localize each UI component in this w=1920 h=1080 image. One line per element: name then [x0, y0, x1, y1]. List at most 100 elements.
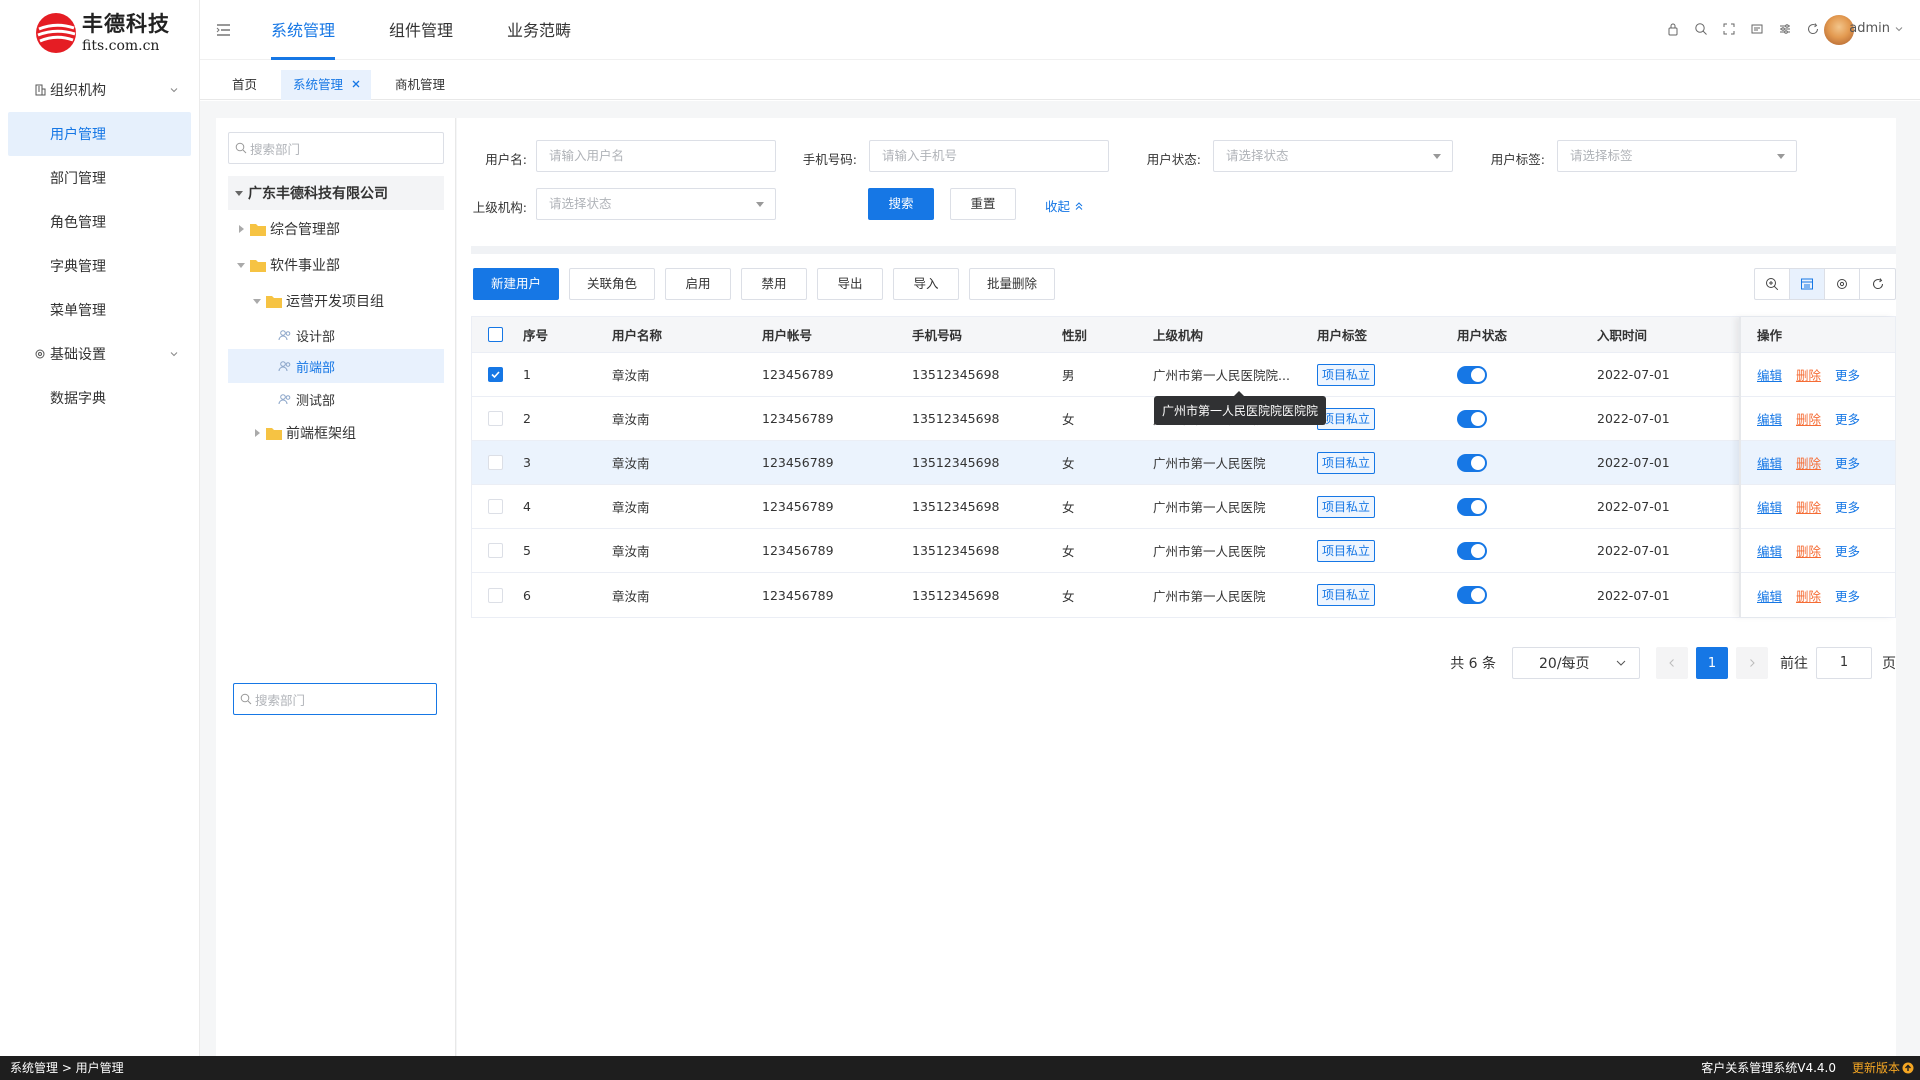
- brand-logo[interactable]: 丰德科技 fits.com.cn: [34, 12, 170, 54]
- search-icon[interactable]: [1694, 22, 1708, 36]
- new-user-button[interactable]: 新建用户: [473, 268, 559, 300]
- column-header-org[interactable]: 上级机构: [1153, 317, 1203, 352]
- close-icon[interactable]: [351, 79, 361, 89]
- column-header-no[interactable]: 序号: [523, 317, 548, 352]
- row-checkbox[interactable]: [488, 411, 503, 426]
- tab-opportunity[interactable]: 商机管理: [383, 70, 457, 100]
- column-header-tag[interactable]: 用户标签: [1317, 317, 1367, 352]
- tree-node[interactable]: 设计部: [278, 318, 335, 352]
- delete-link[interactable]: 删除: [1796, 497, 1821, 516]
- tree-node-selected[interactable]: 前端部: [228, 349, 444, 383]
- delete-link[interactable]: 删除: [1796, 541, 1821, 560]
- delete-link[interactable]: 删除: [1796, 453, 1821, 472]
- edit-link[interactable]: 编辑: [1757, 365, 1782, 384]
- more-link[interactable]: 更多: [1835, 541, 1860, 560]
- menu-group-org[interactable]: 组织机构: [0, 68, 199, 112]
- menu-group-basic-settings[interactable]: 基础设置: [0, 332, 199, 376]
- status-toggle[interactable]: [1457, 453, 1487, 472]
- org-select[interactable]: 请选择状态: [536, 188, 776, 220]
- link-role-button[interactable]: 关联角色: [569, 268, 655, 300]
- jump-page-input[interactable]: 1: [1816, 647, 1872, 679]
- row-checkbox[interactable]: [488, 455, 503, 470]
- more-link[interactable]: 更多: [1835, 453, 1860, 472]
- row-checkbox[interactable]: [488, 587, 503, 603]
- export-button[interactable]: 导出: [817, 268, 883, 300]
- prev-page-button[interactable]: [1656, 647, 1688, 679]
- search-button[interactable]: 搜索: [868, 188, 934, 220]
- department-search-input[interactable]: 搜索部门: [228, 132, 444, 164]
- enable-button[interactable]: 启用: [665, 268, 731, 300]
- density-button[interactable]: [1790, 269, 1825, 299]
- delete-link[interactable]: 删除: [1796, 365, 1821, 384]
- disable-button[interactable]: 禁用: [741, 268, 807, 300]
- import-button[interactable]: 导入: [893, 268, 959, 300]
- zoom-button[interactable]: [1755, 269, 1790, 299]
- status-toggle[interactable]: [1457, 365, 1487, 384]
- sidebar-item-data-dictionary[interactable]: 数据字典: [0, 376, 199, 420]
- status-toggle[interactable]: [1457, 541, 1487, 560]
- row-checkbox[interactable]: [488, 367, 503, 382]
- column-settings-button[interactable]: [1825, 269, 1860, 299]
- status-toggle[interactable]: [1457, 586, 1487, 604]
- edit-link[interactable]: 编辑: [1757, 497, 1782, 516]
- sidebar-item-dictionary[interactable]: 字典管理: [0, 244, 199, 288]
- page-number-current[interactable]: 1: [1696, 647, 1728, 679]
- more-link[interactable]: 更多: [1835, 497, 1860, 516]
- table-row[interactable]: 1 章汝南 123456789 13512345698 男 广州市第一人民医院院... 项目…: [472, 353, 1895, 397]
- status-toggle[interactable]: [1457, 409, 1487, 428]
- table-row[interactable]: 3 章汝南 123456789 13512345698 女 广州市第一人民医院 项目私立 20…: [472, 441, 1895, 485]
- user-menu[interactable]: admin: [1849, 21, 1904, 36]
- more-link[interactable]: 更多: [1835, 365, 1860, 384]
- tree-node[interactable]: 运营开发项目组: [252, 284, 384, 318]
- message-icon[interactable]: [1750, 22, 1764, 36]
- tree-node[interactable]: 测试部: [278, 382, 335, 416]
- refresh-icon[interactable]: [1806, 22, 1820, 36]
- column-header-status[interactable]: 用户状态: [1457, 317, 1507, 352]
- topnav-components[interactable]: 组件管理: [372, 0, 470, 60]
- tree-node-root[interactable]: 广东丰德科技有限公司: [228, 176, 444, 210]
- sidebar-item-role[interactable]: 角色管理: [0, 200, 199, 244]
- column-header-name[interactable]: 用户名称: [612, 317, 662, 352]
- settings-sliders-icon[interactable]: [1778, 22, 1792, 36]
- column-header-date[interactable]: 入职时间: [1597, 317, 1647, 352]
- update-version-link[interactable]: 更新版本: [1852, 1056, 1914, 1080]
- edit-link[interactable]: 编辑: [1757, 541, 1782, 560]
- sidebar-item-menu[interactable]: 菜单管理: [0, 288, 199, 332]
- delete-link[interactable]: 删除: [1796, 586, 1821, 605]
- tab-home[interactable]: 首页: [220, 70, 269, 100]
- sidebar-item-user-management[interactable]: 用户管理: [8, 112, 191, 156]
- batch-delete-button[interactable]: 批量删除: [969, 268, 1055, 300]
- column-header-account[interactable]: 用户帐号: [762, 317, 812, 352]
- topnav-system[interactable]: 系统管理: [254, 0, 352, 60]
- sidebar-item-department[interactable]: 部门管理: [0, 156, 199, 200]
- topnav-business[interactable]: 业务范畴: [490, 0, 588, 60]
- table-row[interactable]: 4 章汝南 123456789 13512345698 女 广州市第一人民医院 项目私立 20…: [472, 485, 1895, 529]
- edit-link[interactable]: 编辑: [1757, 453, 1782, 472]
- tree-node[interactable]: 前端框架组: [252, 416, 356, 450]
- page-size-select[interactable]: 20/每页: [1512, 647, 1640, 679]
- row-checkbox[interactable]: [488, 543, 503, 558]
- more-link[interactable]: 更多: [1835, 586, 1860, 605]
- tag-select[interactable]: 请选择标签: [1557, 140, 1797, 172]
- menu-toggle-icon[interactable]: [216, 23, 231, 37]
- tab-system[interactable]: 系统管理: [281, 70, 372, 100]
- lock-icon[interactable]: [1666, 22, 1680, 36]
- reset-button[interactable]: 重置: [950, 188, 1016, 220]
- edit-link[interactable]: 编辑: [1757, 586, 1782, 605]
- fullscreen-icon[interactable]: [1722, 22, 1736, 36]
- delete-link[interactable]: 删除: [1796, 409, 1821, 428]
- column-header-gender[interactable]: 性别: [1062, 317, 1087, 352]
- edit-link[interactable]: 编辑: [1757, 409, 1782, 428]
- table-row[interactable]: 6 章汝南 123456789 13512345698 女 广州市第一人民医院 项目私立 20…: [472, 573, 1895, 617]
- column-header-phone[interactable]: 手机号码: [912, 317, 962, 352]
- department-search-input-focused[interactable]: 搜索部门: [233, 683, 437, 715]
- table-refresh-button[interactable]: [1860, 269, 1895, 299]
- next-page-button[interactable]: [1736, 647, 1768, 679]
- table-row[interactable]: 5 章汝南 123456789 13512345698 女 广州市第一人民医院 项目私立 20…: [472, 529, 1895, 573]
- tree-node[interactable]: 综合管理部: [236, 212, 340, 246]
- collapse-filters-link[interactable]: 收起: [1045, 196, 1084, 215]
- select-all-checkbox[interactable]: [488, 327, 503, 342]
- row-checkbox[interactable]: [488, 499, 503, 514]
- status-toggle[interactable]: [1457, 497, 1487, 516]
- tree-node[interactable]: 软件事业部: [236, 248, 340, 282]
